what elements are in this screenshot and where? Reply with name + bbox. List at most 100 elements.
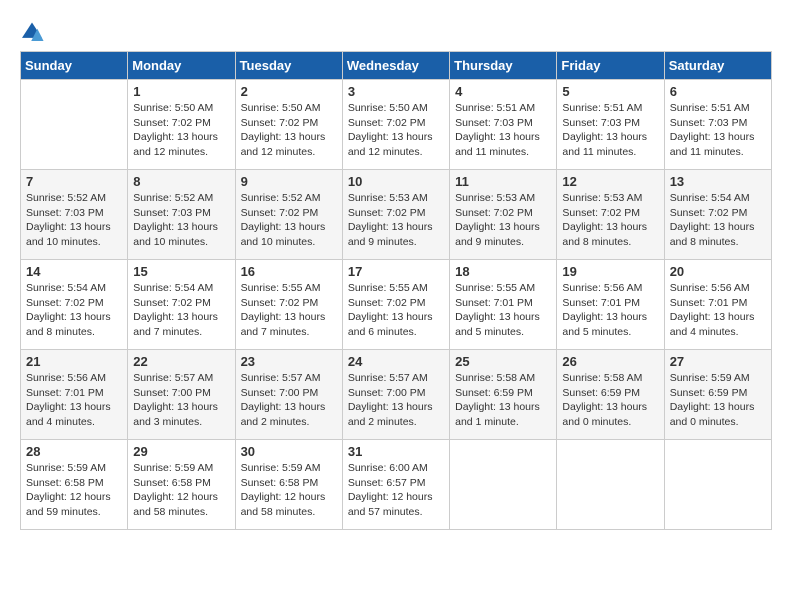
page-header	[20, 20, 772, 41]
day-number: 27	[670, 354, 766, 369]
day-info: Sunrise: 5:53 AM Sunset: 7:02 PM Dayligh…	[455, 191, 551, 250]
day-cell: 17Sunrise: 5:55 AM Sunset: 7:02 PM Dayli…	[342, 260, 449, 350]
day-cell: 22 Sunrise: 5:57 AM Sunset: 7:00 PM Dayli…	[128, 350, 235, 440]
calendar-table: SundayMondayTuesdayWednesdayThursdayFrid…	[20, 51, 772, 530]
day-cell: 11 Sunrise: 5:53 AM Sunset: 7:02 PM Dayli…	[450, 170, 557, 260]
day-number: 3	[348, 84, 444, 99]
day-number: 6	[670, 84, 766, 99]
header-cell-monday: Monday	[128, 52, 235, 80]
day-number: 29	[133, 444, 229, 459]
day-info: Sunrise: 5:59 AM Sunset: 6:59 PM Dayligh…	[670, 371, 766, 430]
day-cell: 23 Sunrise: 5:57 AM Sunset: 7:00 PM Dayli…	[235, 350, 342, 440]
day-number: 8	[133, 174, 229, 189]
day-info: Sunrise: 5:51 AM Sunset: 7:03 PM Dayligh…	[562, 101, 658, 160]
day-number: 19	[562, 264, 658, 279]
day-number: 17	[348, 264, 444, 279]
week-row-1: 1 Sunrise: 5:50 AM Sunset: 7:02 PM Daylig…	[21, 80, 772, 170]
day-info: Sunrise: 5:57 AM Sunset: 7:00 PM Dayligh…	[133, 371, 229, 430]
day-cell: 28 Sunrise: 5:59 AM Sunset: 6:58 PM Dayli…	[21, 440, 128, 530]
day-cell: 15 Sunrise: 5:54 AM Sunset: 7:02 PM Dayli…	[128, 260, 235, 350]
day-number: 18	[455, 264, 551, 279]
day-cell: 8 Sunrise: 5:52 AM Sunset: 7:03 PM Daylig…	[128, 170, 235, 260]
day-info: Sunrise: 5:54 AM Sunset: 7:02 PM Dayligh…	[133, 281, 229, 340]
day-info: Sunrise: 5:50 AM Sunset: 7:02 PM Dayligh…	[348, 101, 444, 160]
day-info: Sunrise: 5:50 AM Sunset: 7:02 PM Dayligh…	[241, 101, 337, 160]
logo	[20, 20, 48, 41]
day-info: Sunrise: 5:50 AM Sunset: 7:02 PM Dayligh…	[133, 101, 229, 160]
day-info: Sunrise: 5:59 AM Sunset: 6:58 PM Dayligh…	[241, 461, 337, 520]
day-cell: 30 Sunrise: 5:59 AM Sunset: 6:58 PM Dayli…	[235, 440, 342, 530]
header-cell-friday: Friday	[557, 52, 664, 80]
day-number: 11	[455, 174, 551, 189]
day-number: 2	[241, 84, 337, 99]
day-info: Sunrise: 5:57 AM Sunset: 7:00 PM Dayligh…	[241, 371, 337, 430]
day-cell: 12 Sunrise: 5:53 AM Sunset: 7:02 PM Dayli…	[557, 170, 664, 260]
day-number: 31	[348, 444, 444, 459]
day-info: Sunrise: 5:55 AM Sunset: 7:01 PM Dayligh…	[455, 281, 551, 340]
day-number: 25	[455, 354, 551, 369]
header-cell-saturday: Saturday	[664, 52, 771, 80]
day-number: 7	[26, 174, 122, 189]
day-cell: 14Sunrise: 5:54 AM Sunset: 7:02 PM Dayli…	[21, 260, 128, 350]
day-number: 21	[26, 354, 122, 369]
day-cell: 1 Sunrise: 5:50 AM Sunset: 7:02 PM Daylig…	[128, 80, 235, 170]
day-info: Sunrise: 5:53 AM Sunset: 7:02 PM Dayligh…	[562, 191, 658, 250]
day-cell: 19 Sunrise: 5:56 AM Sunset: 7:01 PM Dayli…	[557, 260, 664, 350]
day-number: 5	[562, 84, 658, 99]
logo-icon	[20, 21, 44, 41]
day-number: 4	[455, 84, 551, 99]
day-cell: 31 Sunrise: 6:00 AM Sunset: 6:57 PM Dayli…	[342, 440, 449, 530]
day-number: 9	[241, 174, 337, 189]
header-cell-sunday: Sunday	[21, 52, 128, 80]
day-cell: 24 Sunrise: 5:57 AM Sunset: 7:00 PM Dayli…	[342, 350, 449, 440]
day-number: 30	[241, 444, 337, 459]
day-cell: 10Sunrise: 5:53 AM Sunset: 7:02 PM Dayli…	[342, 170, 449, 260]
day-cell: 9Sunrise: 5:52 AM Sunset: 7:02 PM Daylig…	[235, 170, 342, 260]
calendar-header: SundayMondayTuesdayWednesdayThursdayFrid…	[21, 52, 772, 80]
day-number: 23	[241, 354, 337, 369]
day-cell	[450, 440, 557, 530]
day-cell: 7Sunrise: 5:52 AM Sunset: 7:03 PM Daylig…	[21, 170, 128, 260]
day-cell: 16Sunrise: 5:55 AM Sunset: 7:02 PM Dayli…	[235, 260, 342, 350]
day-cell: 26 Sunrise: 5:58 AM Sunset: 6:59 PM Dayli…	[557, 350, 664, 440]
day-cell: 13 Sunrise: 5:54 AM Sunset: 7:02 PM Dayli…	[664, 170, 771, 260]
day-info: Sunrise: 5:59 AM Sunset: 6:58 PM Dayligh…	[26, 461, 122, 520]
day-cell	[557, 440, 664, 530]
day-number: 13	[670, 174, 766, 189]
day-cell: 4 Sunrise: 5:51 AM Sunset: 7:03 PM Daylig…	[450, 80, 557, 170]
day-info: Sunrise: 5:55 AM Sunset: 7:02 PM Dayligh…	[241, 281, 337, 340]
week-row-3: 14Sunrise: 5:54 AM Sunset: 7:02 PM Dayli…	[21, 260, 772, 350]
day-info: Sunrise: 6:00 AM Sunset: 6:57 PM Dayligh…	[348, 461, 444, 520]
header-row: SundayMondayTuesdayWednesdayThursdayFrid…	[21, 52, 772, 80]
day-cell: 21Sunrise: 5:56 AM Sunset: 7:01 PM Dayli…	[21, 350, 128, 440]
day-cell: 5 Sunrise: 5:51 AM Sunset: 7:03 PM Daylig…	[557, 80, 664, 170]
day-cell: 27 Sunrise: 5:59 AM Sunset: 6:59 PM Dayli…	[664, 350, 771, 440]
day-info: Sunrise: 5:56 AM Sunset: 7:01 PM Dayligh…	[670, 281, 766, 340]
day-cell: 2 Sunrise: 5:50 AM Sunset: 7:02 PM Daylig…	[235, 80, 342, 170]
week-row-2: 7 Sunrise: 5:52 AM Sunset: 7:03 PM Daylig…	[21, 170, 772, 260]
header-cell-wednesday: Wednesday	[342, 52, 449, 80]
day-info: Sunrise: 5:51 AM Sunset: 7:03 PM Dayligh…	[455, 101, 551, 160]
week-row-4: 21Sunrise: 5:56 AM Sunset: 7:01 PM Dayli…	[21, 350, 772, 440]
day-number: 1	[133, 84, 229, 99]
day-info: Sunrise: 5:58 AM Sunset: 6:59 PM Dayligh…	[562, 371, 658, 430]
day-cell: 3 Sunrise: 5:50 AM Sunset: 7:02 PM Daylig…	[342, 80, 449, 170]
day-number: 24	[348, 354, 444, 369]
day-info: Sunrise: 5:56 AM Sunset: 7:01 PM Dayligh…	[562, 281, 658, 340]
day-number: 28	[26, 444, 122, 459]
day-info: Sunrise: 5:54 AM Sunset: 7:02 PM Dayligh…	[670, 191, 766, 250]
day-number: 22	[133, 354, 229, 369]
day-number: 15	[133, 264, 229, 279]
day-number: 12	[562, 174, 658, 189]
calendar-body: 1 Sunrise: 5:50 AM Sunset: 7:02 PM Daylig…	[21, 80, 772, 530]
day-info: Sunrise: 5:57 AM Sunset: 7:00 PM Dayligh…	[348, 371, 444, 430]
day-info: Sunrise: 5:52 AM Sunset: 7:03 PM Dayligh…	[133, 191, 229, 250]
day-info: Sunrise: 5:58 AM Sunset: 6:59 PM Dayligh…	[455, 371, 551, 430]
day-number: 20	[670, 264, 766, 279]
header-cell-thursday: Thursday	[450, 52, 557, 80]
week-row-5: 28 Sunrise: 5:59 AM Sunset: 6:58 PM Dayli…	[21, 440, 772, 530]
day-cell	[21, 80, 128, 170]
day-number: 26	[562, 354, 658, 369]
day-cell: 25 Sunrise: 5:58 AM Sunset: 6:59 PM Dayli…	[450, 350, 557, 440]
day-info: Sunrise: 5:54 AM Sunset: 7:02 PM Dayligh…	[26, 281, 122, 340]
